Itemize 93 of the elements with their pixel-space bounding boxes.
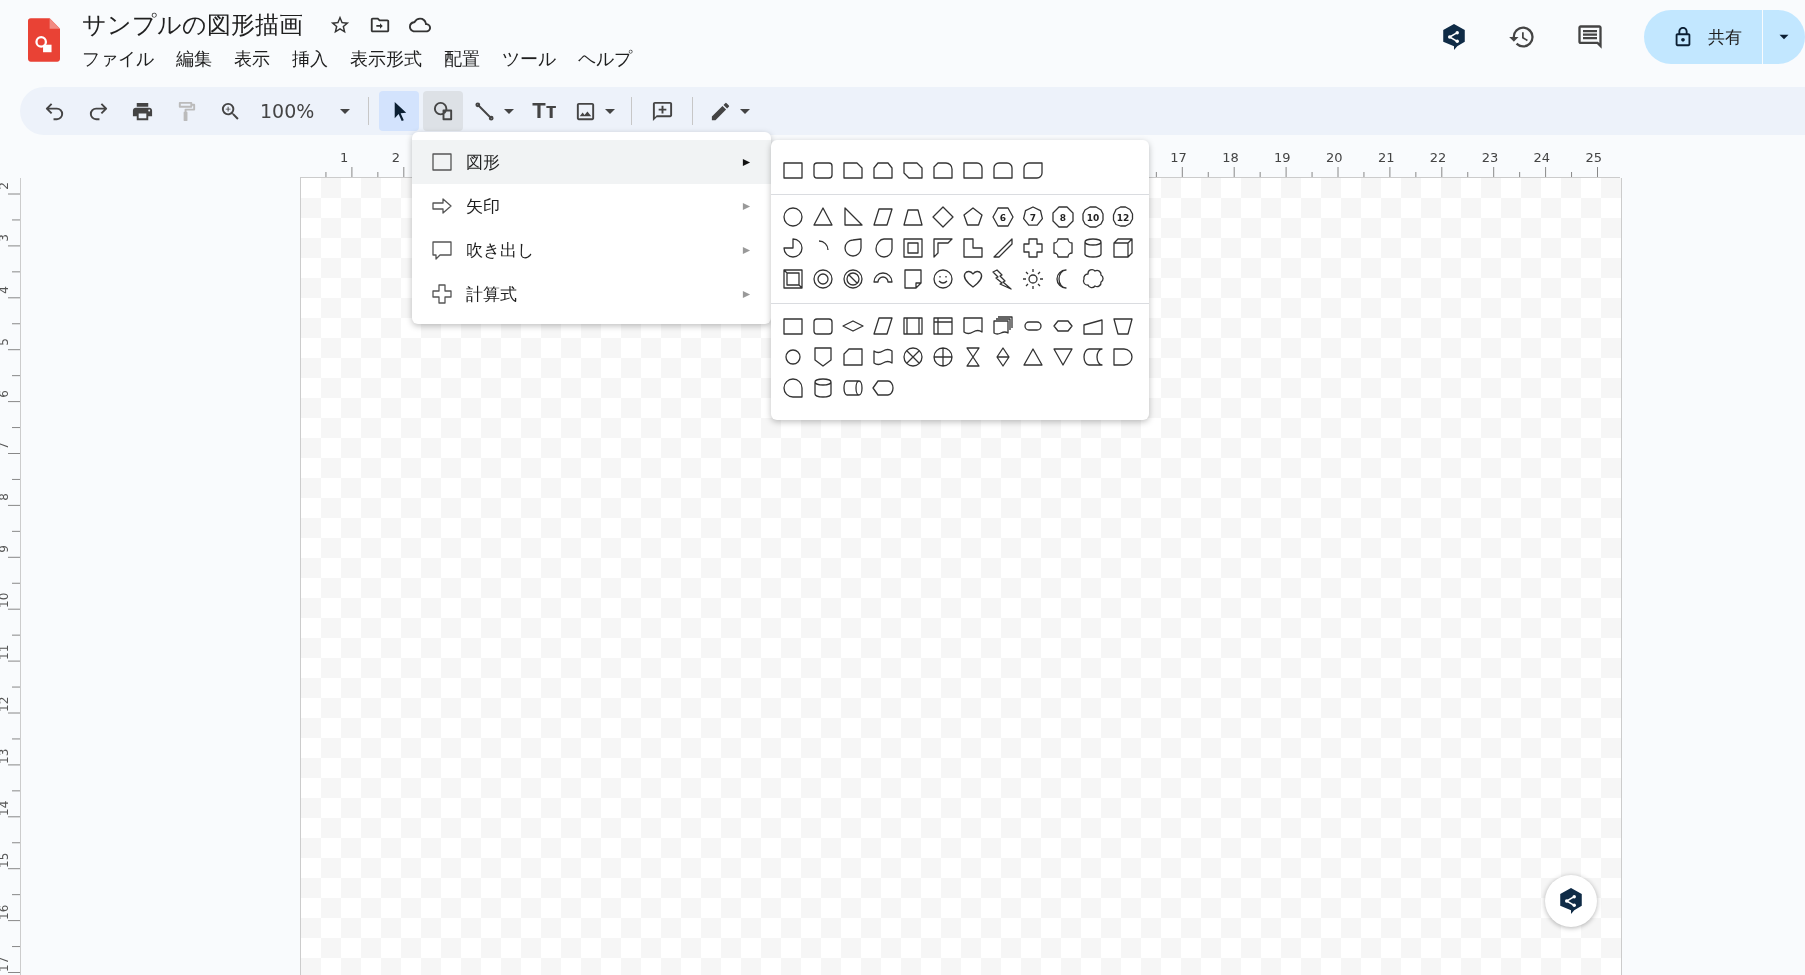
- cylinder-icon[interactable]: [1081, 236, 1105, 260]
- ruler-number: 5: [0, 336, 12, 348]
- teardrop-icon[interactable]: [841, 236, 865, 260]
- ruler-number: 18: [1222, 150, 1239, 166]
- submenu-arrow-icon: [742, 245, 751, 255]
- sun-icon[interactable]: [1021, 267, 1045, 291]
- octagon-icon[interactable]: 8: [1051, 205, 1075, 229]
- menu-bar-item[interactable]: 挿入: [292, 44, 328, 74]
- ruler-number: 14: [0, 801, 12, 816]
- menu-bar-item[interactable]: 配置: [444, 44, 480, 74]
- predefined-process-icon[interactable]: [901, 314, 925, 338]
- ruler-number: 20: [1326, 150, 1343, 166]
- menu-bar-item[interactable]: ファイル: [82, 44, 154, 74]
- plus-icon: [430, 282, 454, 306]
- decagon-icon[interactable]: 10: [1081, 205, 1105, 229]
- diagonal-stripe-icon[interactable]: [991, 236, 1015, 260]
- menu-item[interactable]: 矢印: [412, 184, 771, 228]
- ruler-number: 11: [0, 646, 12, 661]
- drawings-logo-icon[interactable]: [28, 18, 60, 62]
- ruler-number: 21: [1377, 150, 1395, 166]
- ruler-number: 1: [339, 150, 349, 166]
- ruler-number: 22: [1429, 150, 1447, 166]
- l-shape-icon[interactable]: [961, 236, 985, 260]
- ruler-number: 4: [0, 285, 12, 296]
- summing-junction-icon[interactable]: [901, 345, 925, 369]
- diamond-icon[interactable]: [931, 205, 955, 229]
- ruler-number: 2: [391, 150, 401, 166]
- shape-tool-button[interactable]: [423, 91, 464, 131]
- no-symbol-icon[interactable]: [841, 267, 865, 291]
- circle-icon[interactable]: [781, 205, 805, 229]
- caret-icon: [740, 108, 751, 114]
- cloud-icon[interactable]: [1081, 267, 1105, 291]
- data-icon[interactable]: [871, 314, 895, 338]
- caret-icon: [340, 108, 351, 114]
- bevel-icon[interactable]: [781, 267, 805, 291]
- menu-bar-item[interactable]: ツール: [502, 44, 556, 74]
- frame-icon[interactable]: [901, 236, 925, 260]
- or-symbol-icon[interactable]: [931, 345, 955, 369]
- hexagon-share-icon[interactable]: [1440, 23, 1468, 51]
- half-frame-icon[interactable]: [931, 236, 955, 260]
- shapes-icon: [431, 99, 455, 123]
- zoom-level-dropdown[interactable]: 100%: [254, 91, 359, 131]
- star-icon[interactable]: [329, 14, 351, 36]
- smiley-face-icon[interactable]: [931, 267, 955, 291]
- stored-data-icon[interactable]: [1081, 345, 1105, 369]
- speech-bubble-icon: [430, 238, 454, 262]
- submenu-arrow-icon: [742, 289, 751, 299]
- ruler-number: 25: [1585, 150, 1603, 166]
- ruler-number: 23: [1481, 150, 1499, 166]
- menu-item[interactable]: 吹き出し: [412, 228, 771, 272]
- pentagon-icon[interactable]: [961, 205, 985, 229]
- menu-item[interactable]: 計算式: [412, 272, 771, 316]
- hexagon-share-icon: [1558, 887, 1584, 915]
- submenu-arrow-icon: [742, 201, 751, 211]
- document-title[interactable]: サンプルの図形描画: [82, 9, 303, 41]
- plaque-icon[interactable]: [1051, 236, 1075, 260]
- share-button[interactable]: 共有: [1644, 10, 1762, 64]
- caret-icon: [504, 108, 515, 114]
- parallelogram-icon[interactable]: [871, 205, 895, 229]
- ruler-number: 17: [0, 957, 12, 972]
- menu-bar-item[interactable]: 編集: [176, 44, 212, 74]
- delay-icon[interactable]: [1111, 345, 1135, 369]
- menu-bar-item[interactable]: 表示形式: [350, 44, 422, 74]
- menu-item[interactable]: 図形: [412, 140, 771, 184]
- menu-bar-item[interactable]: ヘルプ: [578, 44, 632, 74]
- caret-icon: [605, 108, 616, 114]
- comments-icon[interactable]: [1576, 23, 1604, 51]
- dodecagon-icon[interactable]: 12: [1111, 205, 1135, 229]
- triangle-icon[interactable]: [811, 205, 835, 229]
- multidocument-icon[interactable]: [991, 314, 1015, 338]
- ruler-number: 7: [0, 440, 12, 452]
- off-page-connector-icon[interactable]: [811, 345, 835, 369]
- square-icon: [430, 150, 454, 174]
- submenu-arrow-icon: [742, 157, 751, 167]
- donut-icon[interactable]: [811, 267, 835, 291]
- right-triangle-icon[interactable]: [841, 205, 865, 229]
- hexagon-icon[interactable]: 6: [991, 205, 1015, 229]
- ruler-number: 17: [1170, 150, 1187, 166]
- add-comment-icon: [650, 99, 674, 123]
- menu-bar-item[interactable]: 表示: [234, 44, 270, 74]
- text-box-button[interactable]: Tт: [524, 91, 565, 131]
- internal-storage-icon[interactable]: [931, 314, 955, 338]
- folded-corner-icon[interactable]: [901, 267, 925, 291]
- pie-icon[interactable]: [781, 236, 805, 260]
- select-tool-button[interactable]: [379, 91, 420, 131]
- card-icon[interactable]: [841, 345, 865, 369]
- ruler-number: 15: [0, 853, 12, 868]
- ruler-number: 19: [1274, 150, 1291, 166]
- cube-icon[interactable]: [1111, 236, 1135, 260]
- heptagon-icon[interactable]: 7: [1021, 205, 1045, 229]
- ruler-number: 24: [1533, 150, 1551, 166]
- cross-icon[interactable]: [1021, 236, 1045, 260]
- sequential-access-storage-icon[interactable]: [781, 376, 805, 400]
